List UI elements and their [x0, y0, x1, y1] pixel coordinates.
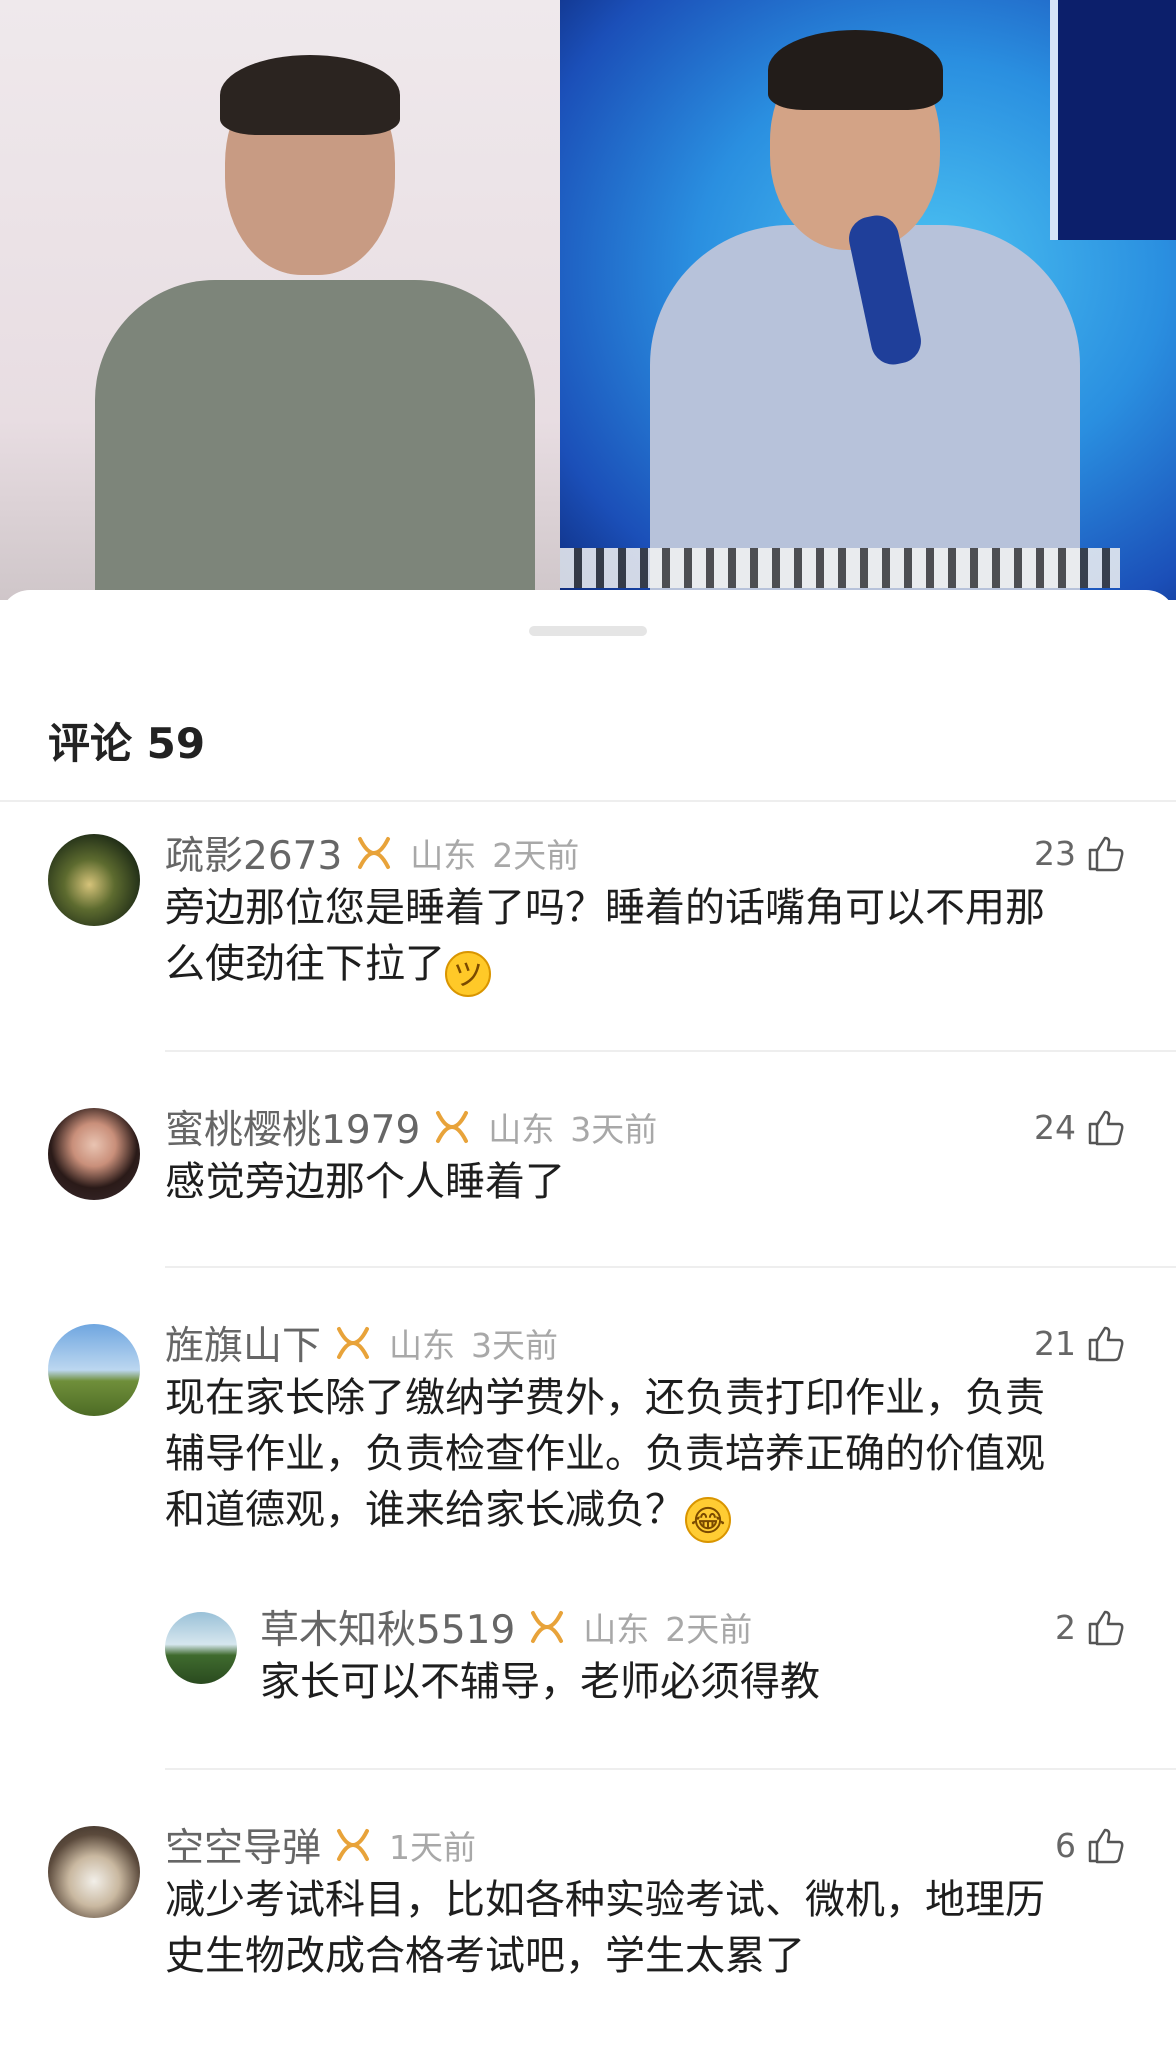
video-caption-bar	[560, 548, 1120, 588]
comment-time: 3天前	[471, 1326, 559, 1365]
comment-text: 旁边那位您是睡着了吗？睡着的话嘴角可以不用那 么使劲往下拉了ツ	[165, 880, 1135, 997]
like-button[interactable]: 6	[1055, 1820, 1126, 1870]
comment-divider	[165, 1050, 1176, 1052]
like-count: 2	[1055, 1607, 1076, 1647]
comment-region: 山东	[389, 1326, 456, 1365]
avatar[interactable]	[48, 1324, 140, 1416]
comment-username[interactable]: 旌旗山下	[165, 1315, 321, 1371]
person-left-hair	[220, 55, 400, 135]
person-right-hair	[768, 30, 943, 110]
laugh-cry-emoji: 😂	[685, 1497, 731, 1543]
comment-time: 2天前	[492, 836, 580, 875]
avatar[interactable]	[165, 1612, 237, 1684]
level-badge-icon	[432, 1109, 472, 1145]
comment-username[interactable]: 空空导弹	[165, 1817, 321, 1873]
thumbs-up-icon	[1088, 1326, 1124, 1362]
level-badge-icon	[527, 1609, 567, 1645]
comment-region: 山东	[410, 836, 477, 875]
like-count: 23	[1034, 833, 1076, 873]
like-button[interactable]: 23	[1034, 828, 1126, 878]
like-button[interactable]: 2	[1055, 1602, 1126, 1652]
grin-emoji: ツ	[445, 951, 491, 997]
comment-region: 山东	[488, 1110, 555, 1149]
video-screen-panel	[1050, 0, 1176, 240]
comment-text: 现在家长除了缴纳学费外，还负责打印作业，负责 辅导作业，负责检查作业。负责培养正…	[165, 1370, 1135, 1543]
level-badge-icon	[354, 835, 394, 871]
drag-handle[interactable]	[529, 626, 647, 636]
person-left-body	[95, 280, 535, 600]
video-player[interactable]	[0, 0, 1176, 600]
like-count: 21	[1034, 1323, 1076, 1363]
thumbs-up-icon	[1088, 1828, 1124, 1864]
like-button[interactable]: 24	[1034, 1102, 1126, 1152]
thumbs-up-icon	[1088, 1610, 1124, 1646]
avatar[interactable]	[48, 834, 140, 926]
like-count: 24	[1034, 1107, 1076, 1147]
comment-text: 感觉旁边那个人睡着了	[165, 1159, 565, 1205]
reply-username[interactable]: 草木知秋5519	[260, 1599, 515, 1655]
avatar[interactable]	[48, 1108, 140, 1200]
comment-username[interactable]: 疏影2673	[165, 825, 342, 881]
like-button[interactable]: 21	[1034, 1318, 1126, 1368]
level-badge-icon	[333, 1325, 373, 1361]
like-count: 6	[1055, 1825, 1076, 1865]
header-divider	[0, 800, 1176, 802]
comment-count-title: 评论 59	[48, 719, 206, 768]
level-badge-icon	[333, 1827, 373, 1863]
comment-divider	[165, 1768, 1176, 1770]
reply-time: 2天前	[665, 1610, 753, 1649]
avatar[interactable]	[48, 1826, 140, 1918]
comment-text: 减少考试科目，比如各种实验考试、微机，地理历 史生物改成合格考试吧，学生太累了	[165, 1877, 1045, 1979]
reply-region: 山东	[583, 1610, 650, 1649]
comment-username[interactable]: 蜜桃樱桃1979	[165, 1099, 420, 1155]
reply-text: 家长可以不辅导，老师必须得教	[260, 1659, 820, 1705]
comment-time: 3天前	[570, 1110, 658, 1149]
thumbs-up-icon	[1088, 1110, 1124, 1146]
thumbs-up-icon	[1088, 836, 1124, 872]
comment-sheet: 评论 59 疏影2673 山东 2天前 23 旁边那位您是睡着了吗？睡着的话嘴角…	[0, 590, 1176, 2046]
comment-time: 1天前	[389, 1828, 477, 1867]
comment-divider	[165, 1266, 1176, 1268]
